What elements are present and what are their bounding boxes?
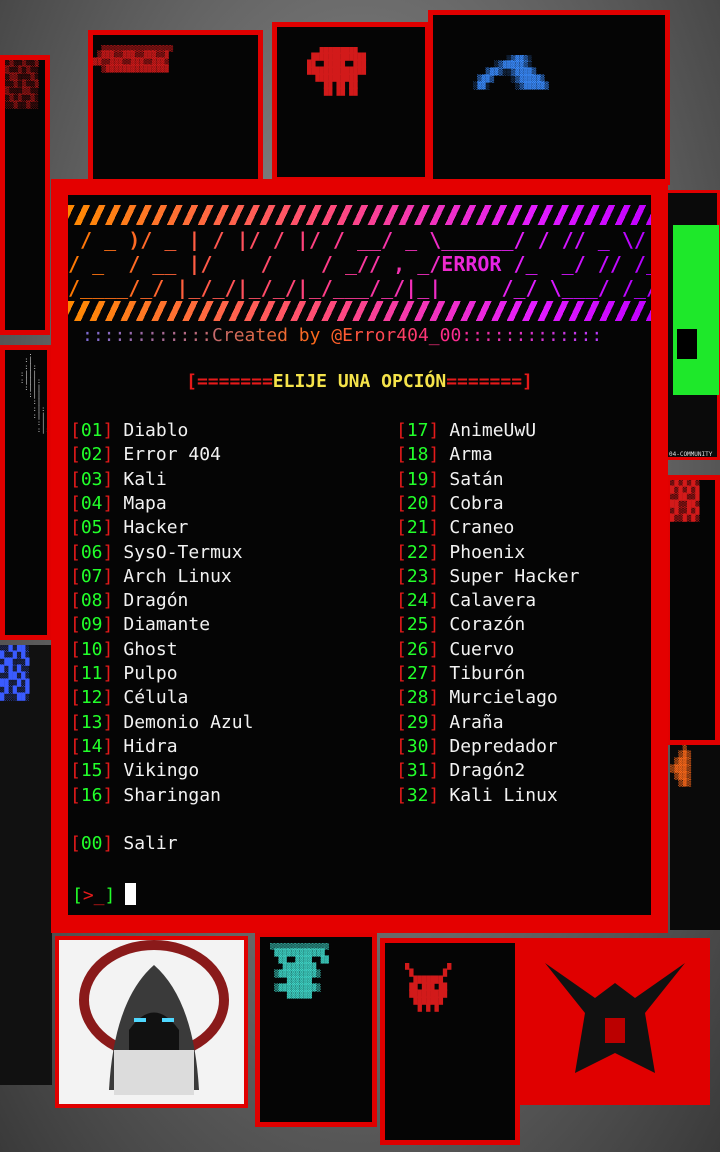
banner-stripe-bottom — [68, 301, 651, 321]
menu-option-27[interactable]: [27] Tiburón — [396, 662, 525, 686]
thumb-ascii-flame: ▒ ▒▓▒ ▒▓▓▒ ▒▓▓▓▒ ▒▓▓▒ ▒▓▒ — [670, 745, 720, 930]
thumb-ascii-feather: . :| :|: :||| :|||: :||| :|| :| :|: :|| … — [0, 345, 52, 640]
menu-option-32[interactable]: [32] Kali Linux — [396, 784, 558, 808]
thumb-hacker-hood — [55, 936, 248, 1108]
input-prompt[interactable]: [>_] — [72, 883, 137, 906]
banner-row-1: / _ )/ _ | / |/ / |/ / __/ _ \______/ / … — [68, 229, 651, 251]
menu-option-14[interactable]: [14] Hidra — [70, 735, 178, 759]
menu-option-19[interactable]: [19] Satán — [396, 468, 504, 492]
menu-option-26[interactable]: [26] Cuervo — [396, 638, 514, 662]
menu-option-22[interactable]: [22] Phoenix — [396, 541, 525, 565]
thumb-ascii-blue-strip: ░░█░██░ █░░█░█░ ░██░░░█ █░█░█░░ ░░██░█░ … — [0, 645, 52, 1085]
menu-option-07[interactable]: [07] Arch Linux — [70, 565, 232, 589]
banner-row-3: /____/_/ |_/_/|_/_/|_/___/_/|_| /_/ \___… — [68, 277, 651, 299]
thumb-ascii-fire: ▒▒▒▒▒▒▒▒▒▒▒▒▒▒▒▒▒ ▒▓▓▓▒▒▓▓▓▒▒▓▓▓▒▒▓ ▓▓▒▒… — [88, 30, 263, 185]
thumb-ascii-skull: █████████ █████████████ ██ █████ ███ ███… — [272, 22, 430, 182]
menu-option-24[interactable]: [24] Calavera — [396, 589, 536, 613]
banner-row-2: / _ / __ |/ / / _// , _/ERROR /_ _/ // /… — [68, 253, 651, 275]
menu-option-01[interactable]: [01] Diablo — [70, 419, 188, 443]
menu-option-09[interactable]: [09] Diamante — [70, 613, 210, 637]
menu-option-02[interactable]: [02] Error 404 — [70, 443, 221, 467]
menu-option-25[interactable]: [25] Corazón — [396, 613, 525, 637]
menu-option-16[interactable]: [16] Sharingan — [70, 784, 221, 808]
thumb-ascii-red-left: ░▒░░▒░░▒ ▒░░▒░▒░░ ░▒▒░░░▒░ ░░▒░▒░░▒ ▒░░░… — [0, 55, 50, 335]
thumb-ascii-demon: █ █ █ █ ███████ ██ ███ ██ █████████ ████… — [380, 938, 520, 1145]
menu-title: ELIJE UNA OPCIÓN — [272, 371, 447, 392]
menu-option-10[interactable]: [10] Ghost — [70, 638, 178, 662]
banner-stripe-top — [68, 205, 651, 225]
terminal-window: / _ )/ _ | / |/ / |/ / __/ _ \______/ / … — [68, 195, 651, 915]
menu-option-17[interactable]: [17] AnimeUwU — [396, 419, 536, 443]
phone-screen — [673, 225, 719, 395]
menu-option-15[interactable]: [15] Vikingo — [70, 759, 199, 783]
menu-option-00[interactable]: [00] Salir — [70, 832, 178, 856]
thumb-ascii-robot: ▒▒▒▒▒▒▒▒▒▒▒▒▒▒ ▓▓▓▓▓▓▓▓▓▓▓▓ ▓▓ ▓▓▓▓ ▓▓ ▓… — [255, 932, 377, 1127]
terminal-frame: / _ )/ _ | / |/ / |/ / __/ _ \______/ / … — [51, 179, 668, 933]
menu-option-05[interactable]: [05] Hacker — [70, 516, 188, 540]
menu-option-06[interactable]: [06] SysO-Termux — [70, 541, 243, 565]
menu-option-20[interactable]: [20] Cobra — [396, 492, 504, 516]
menu-option-29[interactable]: [29] Araña — [396, 711, 504, 735]
menu-option-31[interactable]: [31] Dragón2 — [396, 759, 525, 783]
thumb-ascii-predator — [520, 938, 710, 1105]
menu-option-23[interactable]: [23] Super Hacker — [396, 565, 579, 589]
thumb-phone-mock: 04-COMMUNITY — [662, 190, 720, 460]
menu-option-18[interactable]: [18] Arma — [396, 443, 493, 467]
menu-option-13[interactable]: [13] Demonio Azul — [70, 711, 253, 735]
menu-option-03[interactable]: [03] Kali — [70, 468, 167, 492]
text-cursor — [125, 883, 137, 905]
thumb-ascii-dragon-color: ░▒▓▓▒░ ░▒▓▓▓▓▓▒░ ▒▓▓▒░░▒▓▓▓▓▒ ▒▓▓▒ ░▒▓▓▓… — [428, 10, 670, 185]
menu-option-12[interactable]: [12] Célula — [70, 686, 188, 710]
menu-option-08[interactable]: [08] Dragón — [70, 589, 188, 613]
menu-header: [=======ELIJE UNA OPCIÓN=======] — [186, 371, 533, 392]
menu-option-30[interactable]: [30] Depredador — [396, 735, 558, 759]
credit-line: ::::::::::::Created by @Error404_00:::::… — [82, 325, 603, 346]
menu-option-21[interactable]: [21] Craneo — [396, 516, 514, 540]
menu-option-11[interactable]: [11] Pulpo — [70, 662, 178, 686]
thumb-ascii-red-right: ▒█▒█▒█▒ █▒█▒█▒█ ▒▒██▒▒█ ██▒▒██▒ ▒█▒▒█▒█ … — [665, 475, 720, 745]
phone-footer-label: 04-COMMUNITY — [669, 451, 713, 458]
menu-option-04[interactable]: [04] Mapa — [70, 492, 167, 516]
menu-option-28[interactable]: [28] Murcielago — [396, 686, 558, 710]
